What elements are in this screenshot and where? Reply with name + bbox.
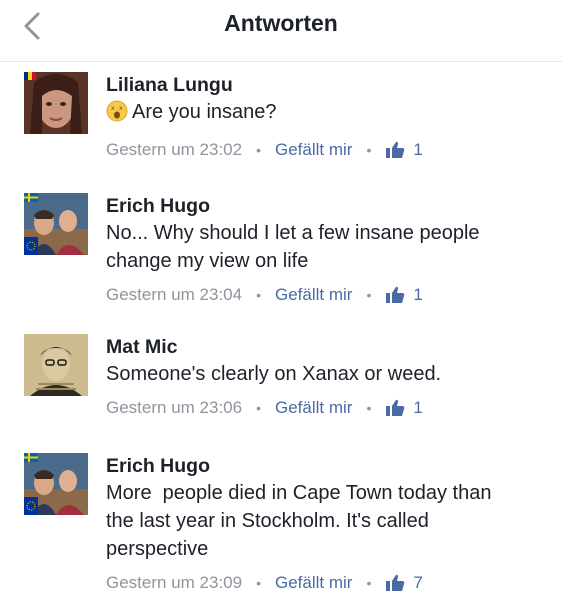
- comment-text-line: change my view on life: [106, 250, 309, 272]
- comment-author[interactable]: Erich Hugo: [106, 193, 548, 219]
- comment-timestamp: Gestern um 23:04: [106, 285, 243, 304]
- comment-author[interactable]: Erich Hugo: [106, 453, 548, 479]
- like-count-button[interactable]: 7: [385, 573, 423, 593]
- profile-photo: [24, 193, 88, 255]
- comment-text-line: perspective: [106, 538, 209, 560]
- thumbs-up-icon: [386, 574, 405, 591]
- astonished-face-emoji: x x: [106, 100, 128, 130]
- like-button[interactable]: Gefällt mir: [275, 140, 352, 160]
- separator-dot: •: [366, 400, 372, 416]
- separator-dot: •: [366, 142, 372, 158]
- comment-meta: Gestern um 23:02 • Gefällt mir • 1: [106, 138, 548, 162]
- comment-author[interactable]: Liliana Lungu: [106, 72, 548, 98]
- avatar[interactable]: [24, 334, 88, 396]
- comment-timestamp: Gestern um 23:02: [106, 140, 243, 159]
- avatar[interactable]: [24, 72, 88, 134]
- comment-meta: Gestern um 23:04 • Gefällt mir • 1: [106, 283, 548, 307]
- like-count: 1: [413, 398, 423, 417]
- comment-text-line: No... Why should I let a few insane peop…: [106, 222, 480, 244]
- sweden-flag: [24, 193, 38, 202]
- thumbs-up-icon: [386, 141, 405, 158]
- comment-author[interactable]: Mat Mic: [106, 334, 548, 360]
- comment-meta: Gestern um 23:06 • Gefällt mir • 1: [106, 396, 548, 420]
- separator-dot: •: [256, 400, 261, 416]
- separator-dot: •: [366, 287, 372, 303]
- like-button[interactable]: Gefällt mir: [275, 285, 352, 305]
- comment-text: Someone's clearly on Xanax or weed.: [106, 360, 548, 388]
- like-count-button[interactable]: 1: [385, 285, 423, 305]
- separator-dot: •: [256, 287, 261, 303]
- separator-dot: •: [256, 575, 261, 591]
- thumbs-up-icon: [386, 399, 405, 416]
- profile-photo: [24, 334, 88, 396]
- like-count: 7: [413, 573, 423, 592]
- sweden-flag: [24, 453, 38, 462]
- header-bar: Antworten: [0, 0, 562, 62]
- page-title: Antworten: [224, 10, 338, 36]
- avatar[interactable]: [24, 453, 88, 515]
- comment-text-line: More people died in Cape Town today than: [106, 482, 492, 504]
- comment-text-line: the last year in Stockholm. It's called: [106, 510, 429, 532]
- like-count-button[interactable]: 1: [385, 398, 423, 418]
- romania-flag: [24, 72, 36, 80]
- avatar[interactable]: [24, 193, 88, 255]
- separator-dot: •: [366, 575, 372, 591]
- comment-text: x x Are you insane?: [106, 98, 548, 130]
- comment-text: No... Why should I let a few insane peop…: [106, 219, 548, 275]
- comment-timestamp: Gestern um 23:09: [106, 573, 243, 592]
- profile-photo: [24, 72, 88, 134]
- comment-text: More people died in Cape Town today than…: [106, 479, 548, 563]
- svg-text:x: x: [111, 105, 115, 112]
- comment-meta: Gestern um 23:09 • Gefällt mir • 7: [106, 571, 548, 595]
- separator-dot: •: [256, 142, 261, 158]
- like-button[interactable]: Gefällt mir: [275, 398, 352, 418]
- like-count: 1: [413, 140, 423, 159]
- like-count-button[interactable]: 1: [385, 140, 423, 160]
- comment-timestamp: Gestern um 23:06: [106, 398, 243, 417]
- comment-text-line: Someone's clearly on Xanax or weed.: [106, 363, 442, 385]
- like-button[interactable]: Gefällt mir: [275, 573, 352, 593]
- thumbs-up-icon: [386, 286, 405, 303]
- like-count: 1: [413, 285, 423, 304]
- profile-photo: [24, 453, 88, 515]
- svg-text:x: x: [119, 105, 123, 112]
- comment-text-line: Are you insane?: [132, 101, 277, 123]
